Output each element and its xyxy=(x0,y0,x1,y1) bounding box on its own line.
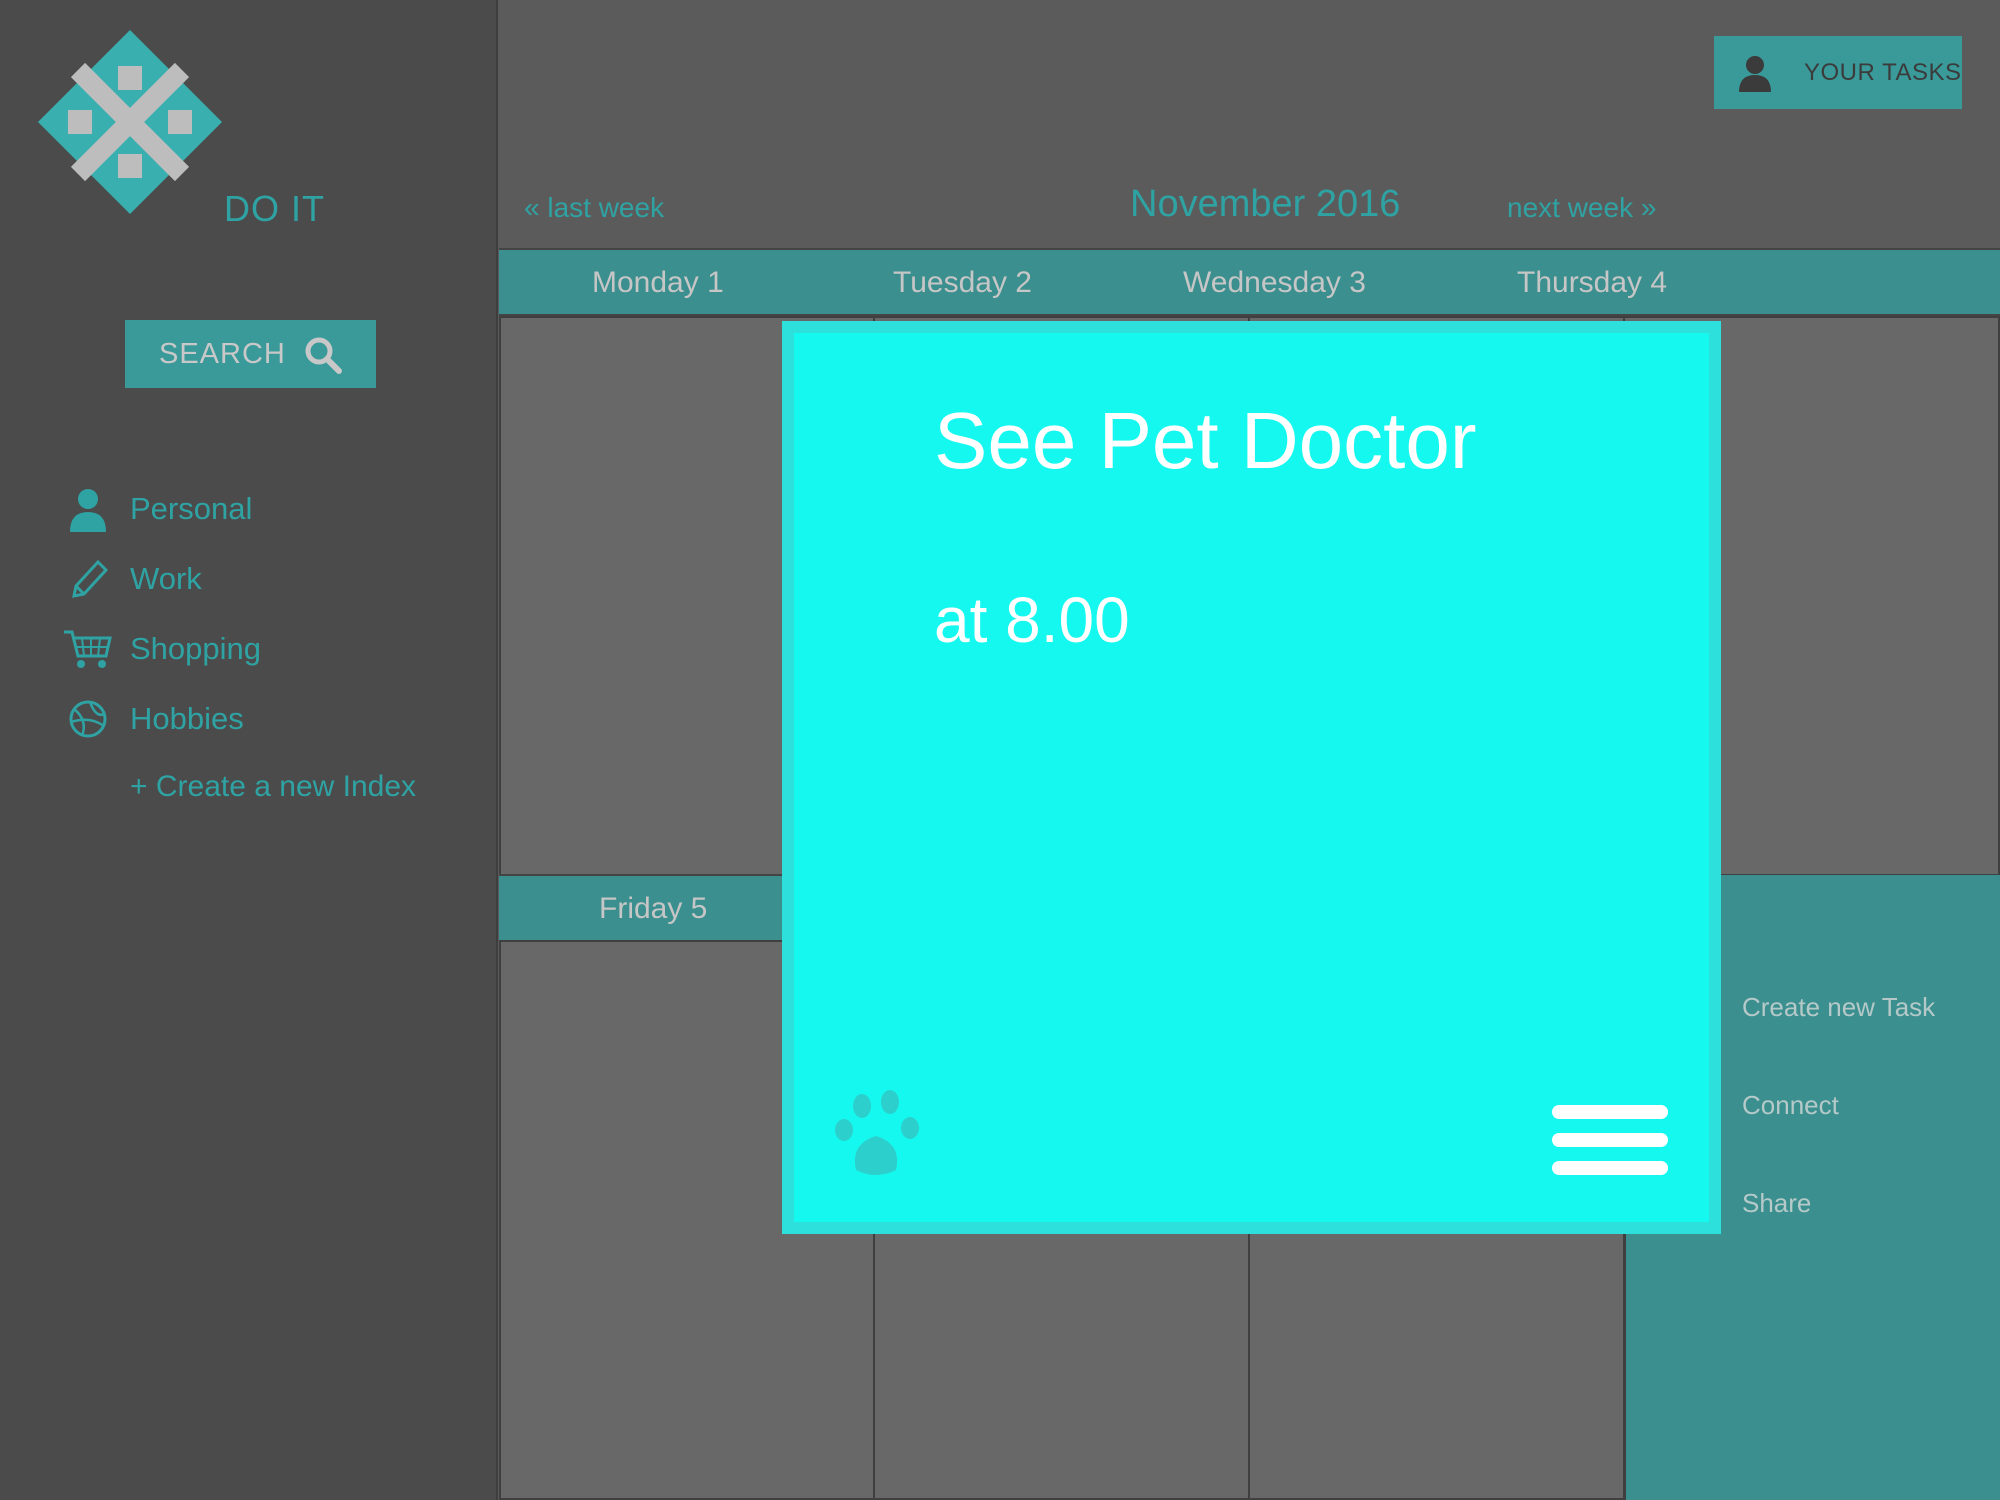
next-week-link[interactable]: next week » xyxy=(1507,192,1656,224)
your-tasks-label: YOUR TASKS xyxy=(1804,58,1962,86)
sidebar-item-hobbies[interactable]: Hobbies xyxy=(60,694,244,744)
sidebar-item-work[interactable]: Work xyxy=(60,554,202,604)
hamburger-line xyxy=(1552,1105,1668,1119)
ball-icon xyxy=(69,700,107,738)
menu-item-connect[interactable]: Connect xyxy=(1742,1090,1839,1121)
paw-icon xyxy=(835,1090,919,1175)
person-icon xyxy=(70,489,106,532)
last-week-link[interactable]: « last week xyxy=(524,192,664,224)
sidebar-item-label: Shopping xyxy=(130,631,262,666)
day-header-thursday[interactable]: Thursday 4 xyxy=(1517,266,1667,300)
day-header-tuesday[interactable]: Tuesday 2 xyxy=(893,266,1032,300)
sidebar: DO IT SEARCH Personal Work Shopping Hobb… xyxy=(0,0,498,1500)
app-name: DO IT xyxy=(224,188,325,229)
month-title: November 2016 xyxy=(1130,183,1401,225)
menu-item-create-task[interactable]: Create new Task xyxy=(1742,992,1935,1023)
your-tasks-button[interactable]: YOUR TASKS xyxy=(1714,36,1962,109)
menu-item-share[interactable]: Share xyxy=(1742,1188,1811,1219)
person-icon xyxy=(1739,55,1771,92)
search-button[interactable]: SEARCH xyxy=(125,320,376,388)
sidebar-item-shopping[interactable]: Shopping xyxy=(60,624,261,674)
hamburger-line xyxy=(1552,1161,1668,1175)
diamond-logo-icon[interactable] xyxy=(38,30,222,214)
task-time: at 8.00 xyxy=(934,584,1130,656)
search-icon xyxy=(305,337,342,374)
sidebar-item-personal[interactable]: Personal xyxy=(60,484,252,534)
hamburger-menu-icon[interactable] xyxy=(1552,1105,1668,1185)
day-header-friday[interactable]: Friday 5 xyxy=(599,892,707,926)
task-title: See Pet Doctor xyxy=(934,396,1477,485)
day-header-monday[interactable]: Monday 1 xyxy=(592,266,724,300)
task-modal: See Pet Doctor at 8.00 xyxy=(782,321,1721,1234)
pencil-icon xyxy=(72,559,109,598)
hamburger-line xyxy=(1552,1133,1668,1147)
sidebar-item-label: Hobbies xyxy=(130,701,244,736)
sidebar-item-label: Personal xyxy=(130,491,253,526)
day-header-wednesday[interactable]: Wednesday 3 xyxy=(1183,266,1366,300)
cart-icon xyxy=(64,630,112,668)
search-label: SEARCH xyxy=(159,337,286,370)
create-index-link[interactable]: + Create a new Index xyxy=(130,770,416,804)
sidebar-item-label: Work xyxy=(130,561,202,596)
task-card: See Pet Doctor at 8.00 xyxy=(794,333,1709,1222)
